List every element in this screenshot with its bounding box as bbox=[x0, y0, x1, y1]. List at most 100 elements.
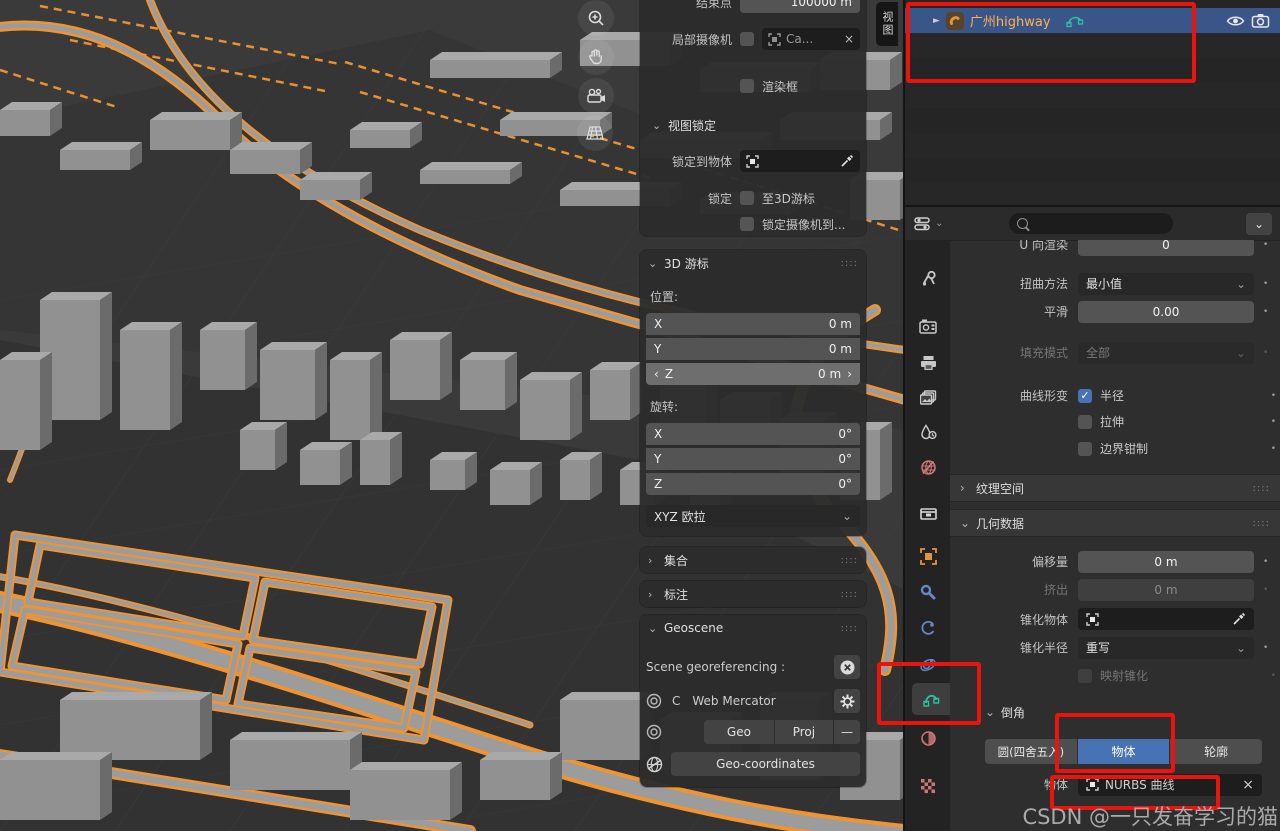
taper-radius-dropdown[interactable]: 重写 ⌄ bbox=[1078, 636, 1254, 659]
clip-end-field[interactable]: 100000 m bbox=[740, 0, 860, 13]
lock-to-object-field[interactable] bbox=[740, 150, 860, 172]
drag-grip-icon[interactable]: :::: bbox=[841, 589, 858, 600]
tab-scene[interactable] bbox=[909, 416, 947, 448]
tab-collection[interactable] bbox=[909, 496, 947, 528]
clear-georef-button[interactable] bbox=[834, 655, 860, 679]
animate-dot[interactable]: • bbox=[1263, 557, 1268, 567]
cursor-loc-x[interactable]: X0 m bbox=[646, 312, 860, 335]
bevel-object-field[interactable]: NURBS 曲线 × bbox=[1078, 773, 1262, 796]
tab-curve-data[interactable] bbox=[912, 683, 950, 715]
cursor-loc-y[interactable]: Y0 m bbox=[646, 337, 860, 360]
tab-material[interactable] bbox=[909, 722, 947, 754]
bounds-clamp-checkbox[interactable] bbox=[1078, 441, 1092, 456]
close-icon[interactable]: × bbox=[844, 32, 854, 46]
properties-search[interactable] bbox=[1009, 213, 1174, 234]
animate-dot[interactable]: • bbox=[1271, 417, 1276, 427]
twist-smooth-field[interactable]: 0.00 bbox=[1078, 300, 1254, 323]
to-3d-cursor-checkbox[interactable] bbox=[740, 191, 754, 205]
panel-geoscene: ⌄ Geoscene :::: Scene georeferencing : C… bbox=[640, 615, 866, 787]
render-region-checkbox[interactable] bbox=[740, 79, 754, 93]
animate-dot[interactable]: • bbox=[1271, 444, 1276, 454]
tab-modifiers[interactable] bbox=[909, 576, 947, 608]
expand-triangle-icon[interactable]: ► bbox=[933, 16, 940, 26]
tab-texture[interactable] bbox=[909, 770, 947, 802]
pan-hand-icon[interactable] bbox=[578, 39, 614, 75]
tab-physics[interactable] bbox=[909, 648, 947, 680]
outliner-row-guangzhou-highway[interactable]: ► 广州highway bbox=[905, 8, 1280, 33]
bevel-mode-round[interactable]: 圆(四舍五入) bbox=[985, 739, 1077, 764]
tab-world[interactable] bbox=[909, 451, 947, 483]
fill-mode-dropdown[interactable]: 全部 ⌄ bbox=[1078, 341, 1254, 364]
bevel-mode-object[interactable]: 物体 bbox=[1077, 739, 1170, 764]
cursor-rot-z[interactable]: Z 0° bbox=[646, 472, 860, 495]
drag-grip-icon[interactable]: :::: bbox=[1253, 518, 1270, 529]
animate-dot[interactable]: • bbox=[1263, 643, 1268, 653]
slider-left-arrow[interactable]: ‹ bbox=[654, 367, 659, 381]
render-u-field[interactable]: 0 bbox=[1078, 240, 1254, 256]
camera-to-view-checkbox[interactable] bbox=[740, 217, 754, 231]
eyedropper-icon[interactable] bbox=[840, 154, 854, 168]
radius-checkbox[interactable]: ✓ bbox=[1078, 388, 1092, 403]
crs-settings-button[interactable] bbox=[834, 689, 860, 713]
proj-button[interactable]: Proj bbox=[774, 720, 833, 744]
camera-view-icon[interactable] bbox=[578, 78, 614, 114]
drag-grip-icon[interactable]: :::: bbox=[841, 258, 858, 269]
texture-space-panel[interactable]: › 纹理空间 :::: bbox=[950, 474, 1280, 502]
clip-end-row[interactable]: 结束点 100000 m bbox=[646, 0, 860, 14]
zoom-icon[interactable] bbox=[578, 0, 614, 36]
drag-grip-icon[interactable]: :::: bbox=[841, 623, 858, 634]
camera-visibility-icon[interactable] bbox=[1251, 13, 1270, 28]
drag-grip-icon[interactable]: :::: bbox=[1253, 483, 1270, 494]
animate-dot[interactable]: • bbox=[1263, 279, 1268, 289]
panel-collections[interactable]: › 集合 :::: bbox=[640, 547, 866, 573]
object-name[interactable]: 广州highway bbox=[970, 11, 1051, 30]
slider-right-arrow[interactable]: › bbox=[847, 367, 852, 381]
offset-field[interactable]: 0 m bbox=[1078, 550, 1254, 573]
bevel-subpanel-header[interactable]: ⌄ 倒角 bbox=[950, 701, 1280, 723]
twist-method-dropdown[interactable]: 最小值 ⌄ bbox=[1078, 272, 1254, 295]
geo-button[interactable]: Geo bbox=[704, 720, 774, 744]
animate-dot[interactable]: • bbox=[1263, 585, 1268, 595]
tab-object[interactable] bbox=[909, 540, 947, 572]
animate-dot[interactable]: • bbox=[1263, 307, 1268, 317]
animate-dot[interactable]: • bbox=[1271, 671, 1276, 681]
animate-dot[interactable]: • bbox=[1271, 391, 1276, 401]
cursor-panel-header[interactable]: ⌄ 3D 游标 :::: bbox=[640, 250, 866, 276]
tab-output[interactable] bbox=[909, 346, 947, 378]
close-icon[interactable]: × bbox=[1242, 777, 1254, 793]
tab-render[interactable] bbox=[909, 310, 947, 342]
panel-annotations[interactable]: › 标注 :::: bbox=[640, 581, 866, 607]
view-lock-header[interactable]: ⌄ 视图锁定 bbox=[644, 112, 862, 138]
geocoordinates-button[interactable]: Geo-coordinates bbox=[671, 752, 860, 776]
extrude-field[interactable]: 0 m bbox=[1078, 578, 1254, 601]
bevel-mode-profile[interactable]: 轮廓 bbox=[1170, 739, 1262, 764]
drag-grip-icon[interactable]: :::: bbox=[841, 555, 858, 566]
rotation-mode-dropdown[interactable]: XYZ 欧拉 ⌄ bbox=[646, 505, 860, 527]
eyedropper-icon[interactable] bbox=[1232, 612, 1246, 626]
animate-dot[interactable]: • bbox=[1263, 348, 1268, 358]
taper-object-field[interactable] bbox=[1078, 608, 1254, 630]
map-taper-checkbox[interactable] bbox=[1078, 668, 1092, 683]
eye-icon[interactable] bbox=[1226, 14, 1245, 28]
remove-crs-button[interactable]: — bbox=[834, 720, 860, 744]
tab-constraints[interactable] bbox=[909, 612, 947, 644]
geometry-panel-header[interactable]: ⌄ 几何数据 :::: bbox=[950, 509, 1280, 537]
stretch-checkbox[interactable] bbox=[1078, 414, 1092, 429]
cursor-loc-z[interactable]: ‹ Z0 m › bbox=[646, 362, 860, 385]
sidebar-tab-view[interactable]: 视图 bbox=[876, 2, 898, 46]
chevron-down-icon: ⌄ bbox=[652, 118, 662, 132]
editor-type-button[interactable]: ⌄ bbox=[913, 216, 943, 232]
toggle-grid-icon[interactable] bbox=[577, 115, 613, 151]
animate-dot[interactable]: • bbox=[1263, 240, 1268, 250]
header-menu-button[interactable]: ⌄ bbox=[1246, 212, 1272, 235]
cursor-rot-x[interactable]: X 0° bbox=[646, 422, 860, 445]
cursor-rot-y[interactable]: Y 0° bbox=[646, 447, 860, 470]
tab-view-layer[interactable] bbox=[909, 381, 947, 413]
local-camera-checkbox[interactable] bbox=[740, 32, 754, 46]
search-input[interactable] bbox=[1034, 215, 1139, 232]
editor-divider-horizontal[interactable] bbox=[905, 205, 1280, 207]
tab-tool[interactable] bbox=[909, 262, 947, 294]
geoscene-header[interactable]: ⌄ Geoscene :::: bbox=[640, 615, 866, 641]
local-camera-field[interactable]: Ca... × bbox=[762, 28, 860, 50]
editor-divider-vertical[interactable] bbox=[903, 0, 905, 831]
